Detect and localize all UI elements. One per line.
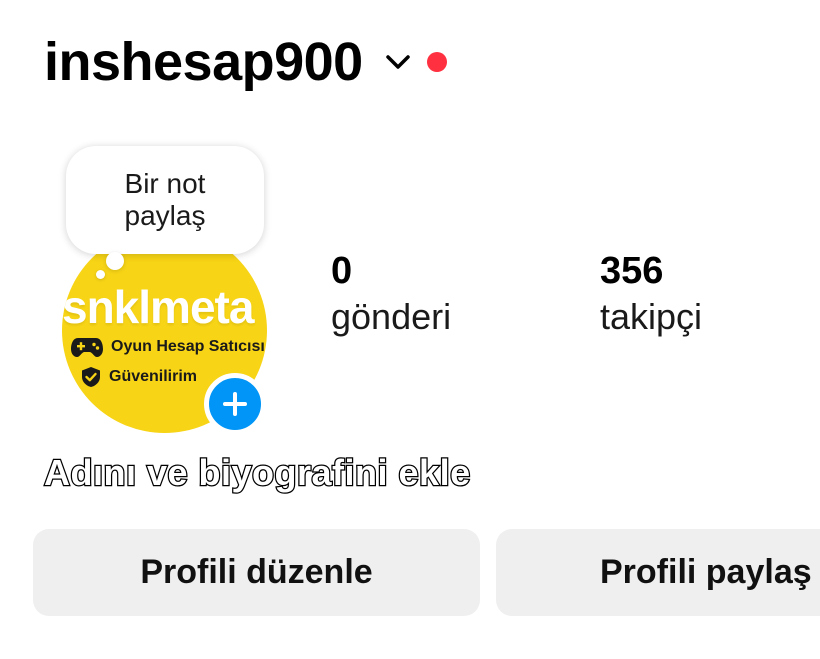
plus-icon xyxy=(223,392,247,416)
avatar-brand-text: snklmeta xyxy=(62,281,254,333)
shield-check-icon xyxy=(82,367,100,387)
followers-count: 356 xyxy=(600,250,664,292)
note-bubble-tail xyxy=(106,252,124,270)
note-text: Bir not paylaş xyxy=(124,168,206,231)
note-bubble[interactable]: Bir not paylaş xyxy=(66,146,264,254)
profile-header: inshesap900 xyxy=(44,30,447,94)
posts-label: gönderi xyxy=(331,296,452,337)
stat-followers[interactable]: 356 takipçi xyxy=(600,248,702,340)
edit-profile-button[interactable]: Profili düzenle xyxy=(33,529,480,616)
posts-count: 0 xyxy=(331,250,353,292)
note-bubble-tail-small xyxy=(96,270,105,279)
add-bio-prompt[interactable]: Adını ve biyografini ekle xyxy=(43,451,472,495)
gamepad-icon xyxy=(71,338,103,357)
profile-avatar-container[interactable]: snklmeta Oyun Hesap Satıcısı Güvenilirim xyxy=(62,228,267,435)
avatar-line1-text: Oyun Hesap Satıcısı xyxy=(111,338,265,355)
stat-posts[interactable]: 0 gönderi xyxy=(331,248,451,340)
username[interactable]: inshesap900 xyxy=(44,30,363,94)
avatar-line-trusted: Güvenilirim xyxy=(80,366,197,388)
avatar-line2-text: Güvenilirim xyxy=(109,368,198,385)
add-story-button[interactable] xyxy=(204,373,266,435)
chevron-down-icon[interactable] xyxy=(383,47,413,77)
share-profile-button[interactable]: Profili paylaş xyxy=(496,529,820,616)
avatar-line-game-seller: Oyun Hesap Satıcısı xyxy=(70,336,265,358)
followers-label: takipçi xyxy=(600,296,703,337)
notification-dot xyxy=(426,52,447,72)
